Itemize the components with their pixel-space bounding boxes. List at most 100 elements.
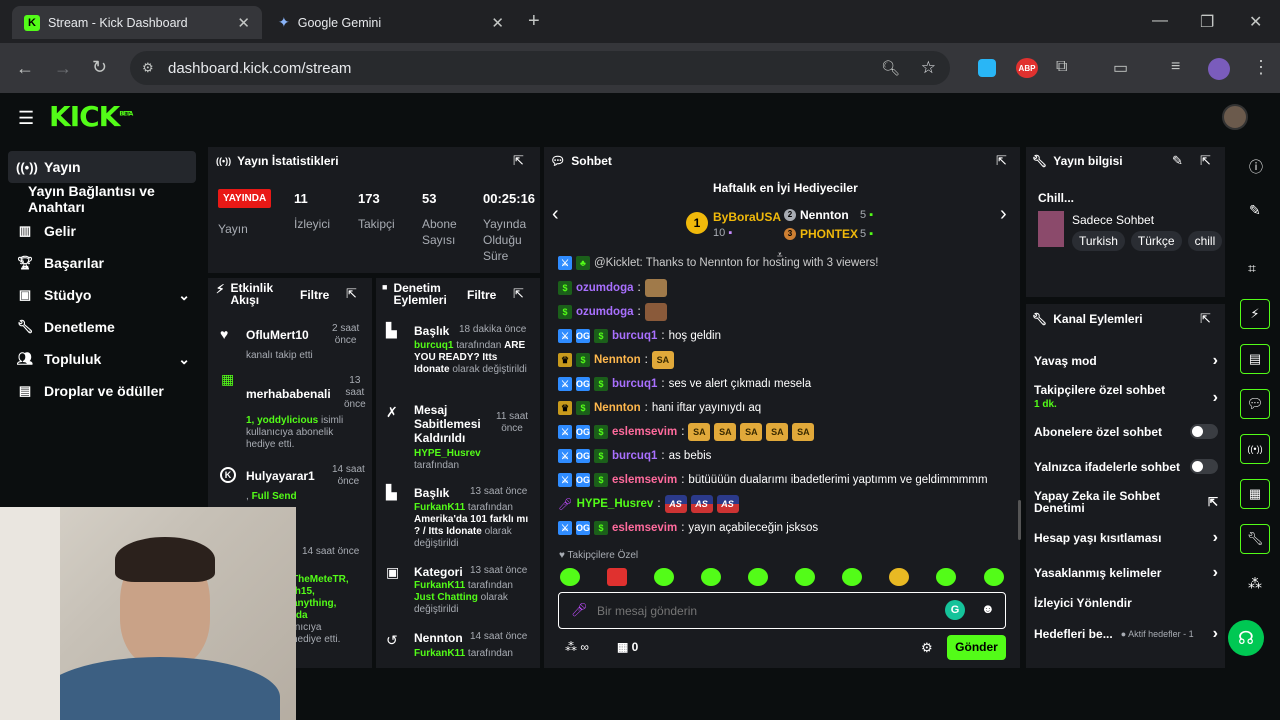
emoji-picker-icon[interactable]: ☻ (981, 601, 995, 616)
cloud-extension-icon[interactable] (978, 59, 996, 77)
zoom-search-icon[interactable]: 🔍︎ (881, 59, 900, 77)
drops-counter[interactable]: ▦ 0 (617, 640, 638, 654)
edit-pencil-icon[interactable]: ✎ (1172, 153, 1183, 169)
minimize-icon[interactable]: — (1152, 12, 1168, 30)
chat-username[interactable]: eslemsevim (612, 522, 677, 534)
gifters-prev-icon[interactable]: ‹ (552, 203, 559, 226)
chat-username[interactable]: burcuq1 (612, 378, 657, 390)
sidebar-item-droplar[interactable]: ▤ Droplar ve ödüller (8, 375, 196, 407)
emoji-quick-1[interactable] (560, 568, 580, 586)
popout-icon[interactable]: ⇱ (513, 286, 524, 302)
sidebar-item-topluluk[interactable]: 👥︎ Topluluk ⌄ (8, 343, 196, 375)
chat-username[interactable]: ozumdoga (576, 306, 634, 318)
tag-chip[interactable]: chill (1187, 231, 1223, 251)
emoji-quick-8[interactable] (889, 568, 909, 586)
chat-settings-icon[interactable]: ⚙ (921, 640, 933, 656)
kick-logo[interactable]: KICKBETA (49, 100, 133, 133)
extensions-icon[interactable]: ⧉ (1056, 58, 1067, 76)
chat-username[interactable]: HYPE_Husrev (577, 498, 654, 510)
new-tab-button[interactable]: + (528, 10, 540, 33)
sidebar-item-gelir[interactable]: ▥ Gelir (8, 215, 196, 247)
emoji-quick-5[interactable] (748, 568, 768, 586)
account-age-item[interactable]: Hesap yaşı kısıtlaması › (1034, 529, 1218, 547)
popout-icon[interactable]: ⇱ (513, 153, 524, 169)
crop-icon[interactable]: ⌗ (1248, 260, 1256, 277)
cast-icon[interactable]: ▭ (1113, 58, 1128, 78)
reload-icon[interactable]: ↻ (92, 57, 107, 78)
popout-icon[interactable]: ⇱ (996, 153, 1007, 169)
edit-icon[interactable]: ✎ (1249, 202, 1261, 219)
chat-input-box[interactable]: 🎤︎ G ☻ (558, 592, 1006, 629)
emoji-quick-4[interactable] (701, 568, 721, 586)
kick-points-icon[interactable]: ⁂ (1248, 575, 1262, 592)
grammarly-icon[interactable]: G (945, 600, 965, 620)
chat-scrollbar[interactable] (1018, 500, 1021, 540)
media-control-icon[interactable]: ≡ (1171, 58, 1180, 76)
slow-mode-item[interactable]: Yavaş mod › (1034, 352, 1218, 370)
popout-icon[interactable]: ⇱ (1200, 153, 1211, 169)
chat-username[interactable]: burcuq1 (612, 330, 657, 342)
rail-broadcast-button[interactable]: ((•)) (1240, 434, 1270, 464)
ai-moderation-item[interactable]: Yapay Zeka ile Sohbet Denetimi ⇱ (1034, 490, 1218, 514)
chat-username[interactable]: Nennton (594, 354, 641, 366)
popout-icon[interactable]: ⇱ (346, 286, 357, 302)
back-icon[interactable]: ← (16, 58, 34, 79)
chat-username[interactable]: Nennton (594, 402, 641, 414)
close-window-icon[interactable]: ✕ (1249, 12, 1262, 32)
feed-user[interactable]: merhababenali (246, 387, 331, 401)
host-viewers-item[interactable]: İzleyici Yönlendir (1034, 596, 1218, 610)
close-tab-icon[interactable]: ✕ (491, 14, 504, 32)
emoji-quick-10[interactable] (984, 568, 1004, 586)
feed-user[interactable]: OfluMert10 (246, 328, 309, 342)
popout-icon[interactable]: ⇱ (1200, 311, 1211, 327)
gifter-name[interactable]: ByBoraUSA (713, 210, 781, 224)
sidebar-item-yayin[interactable]: ((•)) Yayın (8, 151, 196, 183)
rail-moderation-button[interactable]: ▤ (1240, 344, 1270, 374)
rail-bolt-button[interactable]: ⚡︎ (1240, 299, 1270, 329)
emoji-quick-6[interactable] (795, 568, 815, 586)
hamburger-menu-icon[interactable]: ☰ (18, 108, 34, 129)
chat-input[interactable] (597, 601, 927, 621)
goals-item[interactable]: Hedefleri be... ● Aktif hedefler - 1 › (1034, 625, 1218, 643)
close-tab-icon[interactable]: ✕ (237, 14, 250, 32)
filter-button[interactable]: Filtre (300, 288, 329, 302)
bookmark-star-icon[interactable]: ☆ (921, 58, 936, 78)
adblock-plus-icon[interactable]: ABP (1016, 58, 1038, 78)
user-avatar[interactable] (1222, 104, 1248, 130)
gifters-next-icon[interactable]: › (1000, 203, 1007, 226)
category-name[interactable]: Sadece Sohbet (1072, 213, 1154, 227)
subscribers-only-toggle[interactable] (1190, 424, 1218, 439)
chat-username[interactable]: eslemsevim (612, 426, 677, 438)
site-info-icon[interactable]: ⚙ (142, 60, 154, 76)
chat-username[interactable]: burcuq1 (612, 450, 657, 462)
banned-words-item[interactable]: Yasaklanmış kelimeler › (1034, 564, 1218, 582)
sidebar-item-stream-key[interactable]: Yayın Bağlantısı ve Anahtarı (8, 183, 196, 215)
rail-info-button[interactable]: ▦ (1240, 479, 1270, 509)
chat-username[interactable]: ozumdoga (576, 282, 634, 294)
tag-chip[interactable]: Türkçe (1130, 231, 1182, 251)
microphone-icon[interactable]: 🎤︎ (571, 602, 588, 618)
tag-chip[interactable]: Turkish (1072, 231, 1125, 251)
info-icon[interactable]: ⓘ (1249, 157, 1263, 177)
rail-chat-button[interactable]: 💬︎ (1240, 389, 1270, 419)
sidebar-item-basarilar[interactable]: 🏆︎ Başarılar (8, 247, 196, 279)
sidebar-item-studyo[interactable]: ▣ Stüdyo ⌄ (8, 279, 196, 311)
emoji-quick-7[interactable] (842, 568, 862, 586)
subscribers-only-item[interactable]: Abonelere özel sohbet (1034, 424, 1218, 439)
emoji-quick-2[interactable] (607, 568, 627, 586)
emote-only-item[interactable]: Yalnızca ifadelerle sohbet (1034, 459, 1218, 474)
forward-icon[interactable]: → (54, 58, 72, 79)
tab-google-gemini[interactable]: ✦ Google Gemini ✕ (266, 6, 516, 39)
gifter-name[interactable]: Nennton (800, 208, 849, 222)
kick-points-icon[interactable]: ⁂ ∞ (565, 640, 589, 654)
emoji-quick-9[interactable] (936, 568, 956, 586)
feed-user[interactable]: Hulyayarar1 (246, 469, 315, 483)
address-bar[interactable]: ⚙ dashboard.kick.com/stream 🔍︎ ☆ (130, 51, 950, 85)
emoji-quick-3[interactable] (654, 568, 674, 586)
chat-username[interactable]: eslemsevim (612, 474, 677, 486)
send-button[interactable]: Gönder (947, 635, 1006, 660)
emote-only-toggle[interactable] (1190, 459, 1218, 474)
tab-kick-dashboard[interactable]: K Stream - Kick Dashboard ✕ (12, 6, 262, 39)
chrome-menu-icon[interactable]: ⋮ (1252, 57, 1270, 78)
support-headset-icon[interactable]: ☊ (1228, 620, 1264, 656)
